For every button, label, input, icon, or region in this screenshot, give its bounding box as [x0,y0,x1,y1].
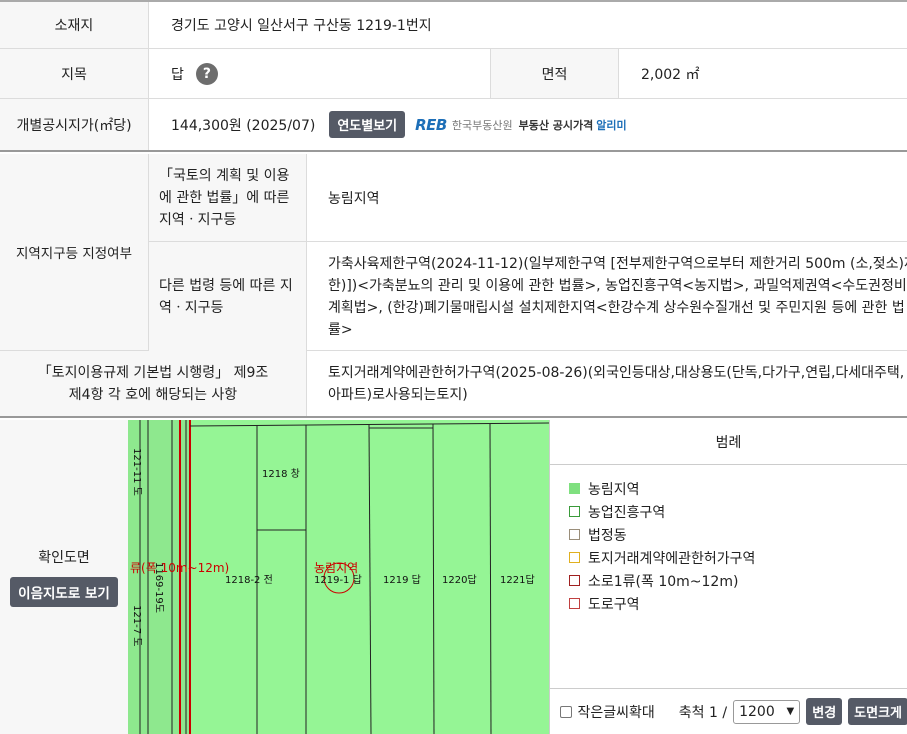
legend-swatch [569,483,580,494]
legend-item-label: 농림지역 [588,481,640,498]
legend-item: 농업진흥구역 [569,500,907,523]
parcel-label: 1218 창 [262,468,300,480]
reb-logo-icon: REB [415,115,447,134]
zoning-national-label: 「국토의 계획 및 이용에 관한 법률」에 따른 지역ㆍ지구등 [149,154,307,241]
location-row: 소재지 경기도 고양시 일산서구 구산동 1219-1번지 [0,2,907,49]
legend-item: 법정동 [569,523,907,546]
jimok-label: 지목 [0,49,149,98]
map-view[interactable]: 1218 창 1218-2 전 1219-1 답 1219 답 1220답 12… [128,420,549,734]
chevron-down-icon: ▼ [786,706,795,717]
reb-org-name: 한국부동산원 [451,118,513,132]
legend-swatch [569,506,580,517]
eum-map-button[interactable]: 이음지도로 보기 [10,577,118,607]
legend-item-label: 농업진흥구역 [588,504,666,521]
legend-panel: 범례 농림지역농업진흥구역법정동토지거래계약에관한허가구역소로1류(폭 10m~… [549,420,907,734]
regulation-value: 토지거래계약에관한허가구역(2025-08-26)(외국인등대상,대상용도(단독… [328,364,905,403]
legend-swatch [569,529,580,540]
legend-swatch [569,598,580,609]
zoning-other-subrow: 다른 법령 등에 따른 지역ㆍ지구등 가축사육제한구역(2024-11-12)(… [149,242,907,351]
reb-link[interactable]: REB 한국부동산원 부동산 공시가격 알리미 [415,116,627,134]
parcel-label: 1219-1 답 [314,574,362,586]
jimok-value-cell: 답 ? [149,49,491,98]
price-value: 144,300원 (2025/07) [171,117,316,134]
parcel-label: 1219 답 [383,574,421,586]
regulation-label: 「토지이용규제 기본법 시행령」 제9조 제4항 각 호에 해당되는 사항 [0,351,307,416]
zoning-other-value: 가축사육제한구역(2024-11-12)(일부제한구역 [전부제한구역으로부터 … [328,255,907,338]
scale-value: 1200 [739,703,775,720]
zoning-national-subrow: 「국토의 계획 및 이용에 관한 법률」에 따른 지역ㆍ지구등 농림지역 [149,154,907,242]
legend-swatch [569,575,580,586]
legend-item: 도로구역 [569,592,907,615]
price-label: 개별공시지가(㎡당) [0,99,149,150]
small-text-label: 작은글씨확대 [577,704,655,721]
legend-item: 토지거래계약에관한허가구역 [569,546,907,569]
legend-item: 농림지역 [569,477,907,500]
jimok-value: 답 [171,66,184,83]
reb-alimi-name: 알리미 [596,118,627,132]
yearly-view-button[interactable]: 연도별보기 [329,111,406,138]
large-map-button[interactable]: 도면크게 [848,698,907,725]
jimok-row: 지목 답 ? 면적 2,002 ㎡ [0,49,907,99]
area-label: 면적 [491,49,619,98]
reb-service-name: 부동산 공시가격 [518,118,594,132]
zoning-other-label: 다른 법령 등에 따른 지역ㆍ지구등 [149,242,307,351]
legend-item-label: 도로구역 [588,596,640,613]
zoning-label: 지역지구등 지정여부 [0,154,149,350]
legend-item: 소로1류(폭 10m~12m) [569,569,907,592]
map-row: 확인도면 이음지도로 보기 1218 창 1218-2 전 1219-1 답 1… [0,420,907,734]
scale-label: 축척 1 / [678,704,728,721]
scale-select[interactable]: 1200 ▼ [733,699,801,724]
parcel-label: 121-7 도 [131,605,142,646]
parcel-label: 1220답 [442,574,477,586]
legend-item-label: 법정동 [588,527,627,544]
legend-title: 범례 [550,420,907,465]
legend-toolbar: 작은글씨확대 축척 1 / 1200 ▼ 변경 도면크게 [550,688,907,734]
parcel-label: 121-11 도 [131,448,142,496]
zoning-national-value: 농림지역 [328,190,380,207]
road-label: 류(폭 10m~12m) [130,561,229,575]
zoning-row: 지역지구등 지정여부 「국토의 계획 및 이용에 관한 법률」에 따른 지역ㆍ지… [0,154,907,351]
zone-label: 농림지역 [314,561,358,575]
legend-item-label: 소로1류(폭 10m~12m) [588,573,739,590]
change-scale-button[interactable]: 변경 [806,698,843,725]
price-row: 개별공시지가(㎡당) 144,300원 (2025/07) 연도별보기 REB … [0,99,907,152]
price-value-cell: 144,300원 (2025/07) 연도별보기 REB 한국부동산원 부동산 … [149,99,907,150]
map-label-cell: 확인도면 이음지도로 보기 [0,420,128,734]
legend-list: 농림지역농업진흥구역법정동토지거래계약에관한허가구역소로1류(폭 10m~12m… [550,465,907,615]
legend-swatch [569,552,580,563]
map-label: 확인도면 [38,550,90,566]
location-value: 경기도 고양시 일산서구 구산동 1219-1번지 [171,18,432,34]
help-icon[interactable]: ? [195,62,218,85]
location-label: 소재지 [0,2,149,48]
map-svg[interactable]: 1218 창 1218-2 전 1219-1 답 1219 답 1220답 12… [128,420,549,734]
legend-item-label: 토지거래계약에관한허가구역 [588,550,756,567]
small-text-checkbox[interactable] [560,705,572,718]
regulation-row: 「토지이용규제 기본법 시행령」 제9조 제4항 각 호에 해당되는 사항 토지… [0,351,907,418]
parcel-label: 1221답 [500,574,535,586]
parcel-label: 1218-2 전 [225,574,273,586]
area-value: 2,002 ㎡ [641,66,700,83]
